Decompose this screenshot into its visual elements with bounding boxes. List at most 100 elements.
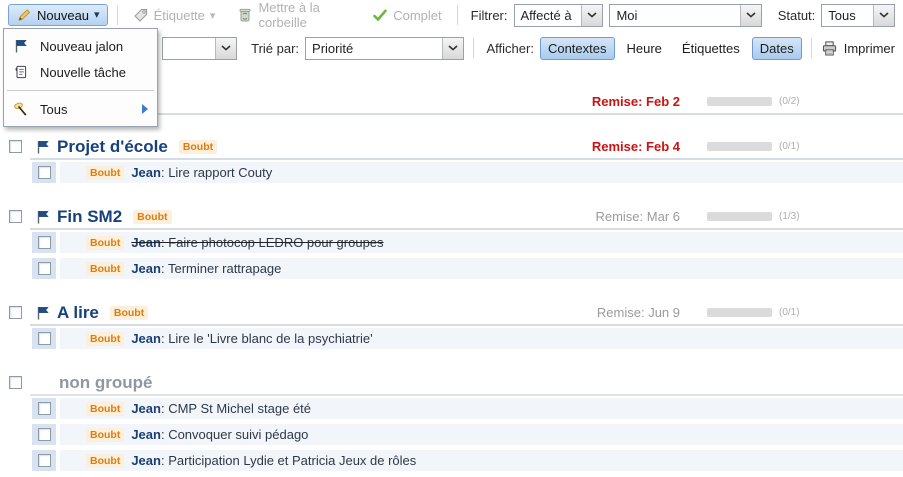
toggle-contexts[interactable]: Contextes bbox=[540, 37, 615, 60]
chevron-down-icon bbox=[873, 5, 894, 26]
flag-icon bbox=[35, 139, 51, 155]
task-row: Boubt Jean: Participation Lydie et Patri… bbox=[32, 450, 903, 471]
milestone-checkbox[interactable] bbox=[9, 210, 22, 223]
wand-icon bbox=[13, 101, 29, 117]
main-toolbar: Nouveau ▾ Étiquette ▾ Mettre à la corbei… bbox=[0, 0, 903, 30]
context-tag[interactable]: Boubt bbox=[86, 166, 124, 180]
milestone-header: A lire Boubt Remise: Jun 9 (0/1) bbox=[0, 301, 903, 324]
task-checkbox-cell bbox=[32, 328, 56, 349]
milestone-meta: Remise: Mar 6 (1/3) bbox=[548, 209, 903, 224]
milestone-header: Fin SM2 Boubt Remise: Mar 6 (1/3) bbox=[0, 205, 903, 228]
complete-button[interactable]: Complet bbox=[366, 5, 447, 25]
chevron-down-icon bbox=[581, 5, 602, 26]
milestone-meta: Remise: Feb 4 (0/1) bbox=[548, 139, 903, 154]
context-tag[interactable]: Boubt bbox=[86, 262, 124, 276]
new-dropdown-menu: Nouveau jalon Nouvelle tâche Tous bbox=[3, 28, 158, 127]
milestone-title[interactable]: Projet d'école bbox=[57, 137, 168, 157]
filter-field-value: Affecté à bbox=[515, 5, 582, 26]
milestone-group: Projet d'école Boubt Remise: Feb 4 (0/1)… bbox=[0, 135, 903, 183]
context-tag[interactable]: Boubt bbox=[86, 236, 124, 250]
flag-icon bbox=[13, 38, 29, 54]
due-date: Remise: Feb 2 bbox=[548, 94, 680, 109]
toggle-time[interactable]: Heure bbox=[619, 37, 670, 60]
milestone-checkbox[interactable] bbox=[9, 306, 22, 319]
task-checkbox[interactable] bbox=[38, 166, 51, 179]
progress-bar bbox=[707, 308, 772, 317]
progress-count: (0/1) bbox=[779, 141, 821, 152]
ungrouped-header: non groupé bbox=[0, 371, 903, 394]
task-checkbox[interactable] bbox=[38, 236, 51, 249]
print-button[interactable]: Imprimer bbox=[821, 40, 895, 57]
toolbar-separator bbox=[457, 5, 458, 25]
milestone-checkbox[interactable] bbox=[9, 376, 22, 389]
sort-value: Priorité bbox=[306, 38, 441, 59]
submenu-arrow-icon bbox=[142, 104, 148, 114]
task-row: Boubt Jean: Lire rapport Couty bbox=[32, 162, 903, 183]
context-tag[interactable]: Boubt bbox=[86, 428, 124, 442]
task-text: Jean: Participation Lydie et Patricia Je… bbox=[131, 453, 416, 468]
new-button[interactable]: Nouveau ▾ bbox=[8, 4, 108, 26]
task-checkbox-cell bbox=[32, 398, 56, 419]
progress-bar bbox=[707, 97, 772, 106]
task-checkbox[interactable] bbox=[38, 332, 51, 345]
trash-button-label: Mettre à la corbeille bbox=[258, 0, 352, 30]
flag-icon bbox=[35, 305, 51, 321]
task-text: Jean: Convoquer suivi pédago bbox=[131, 427, 308, 442]
chevron-down-icon bbox=[442, 38, 463, 59]
task-text: Jean: Lire rapport Couty bbox=[131, 165, 272, 180]
context-tag[interactable]: Boubt bbox=[86, 332, 124, 346]
context-tag[interactable]: Boubt bbox=[133, 210, 171, 224]
task-checkbox[interactable] bbox=[38, 454, 51, 467]
group-filter-value bbox=[163, 38, 215, 59]
context-tag[interactable]: Boubt bbox=[86, 454, 124, 468]
progress-count: (1/3) bbox=[779, 211, 821, 222]
notepad-icon bbox=[13, 64, 29, 80]
context-tag[interactable]: Boubt bbox=[86, 402, 124, 416]
label-button[interactable]: Étiquette ▾ bbox=[127, 5, 222, 25]
task-row: Boubt Jean: Lire le 'Livre blanc de la p… bbox=[32, 328, 903, 349]
filter-field-select[interactable]: Affecté à bbox=[514, 4, 604, 27]
task-body: Boubt Jean: Convoquer suivi pédago bbox=[60, 424, 903, 445]
filter-person-select[interactable]: Moi bbox=[609, 4, 761, 27]
group-filter-select[interactable] bbox=[162, 37, 237, 60]
task-row: Boubt Jean: Faire photocop LEDRO pour gr… bbox=[32, 232, 903, 253]
task-checkbox[interactable] bbox=[38, 428, 51, 441]
print-button-label: Imprimer bbox=[844, 41, 895, 56]
milestone-header: Projet d'école Boubt Remise: Feb 4 (0/1) bbox=[0, 135, 903, 158]
toggle-dates[interactable]: Dates bbox=[752, 37, 802, 60]
task-checkbox-cell bbox=[32, 258, 56, 279]
chevron-down-icon bbox=[740, 5, 761, 26]
status-label: Statut: bbox=[778, 8, 816, 23]
ungrouped-group: non groupé Boubt Jean: CMP St Michel sta… bbox=[0, 371, 903, 471]
menu-item-new-task[interactable]: Nouvelle tâche bbox=[4, 59, 157, 85]
filter-person-value: Moi bbox=[610, 5, 739, 26]
progress-bar bbox=[707, 142, 772, 151]
trash-icon bbox=[237, 7, 253, 23]
context-tag[interactable]: Boubt bbox=[179, 140, 217, 154]
milestone-checkbox[interactable] bbox=[9, 140, 22, 153]
task-body: Boubt Jean: Terminer rattrapage bbox=[60, 258, 903, 279]
new-button-label: Nouveau bbox=[37, 8, 89, 23]
milestone-title[interactable]: Fin SM2 bbox=[57, 207, 122, 227]
task-checkbox[interactable] bbox=[38, 262, 51, 275]
trash-button[interactable]: Mettre à la corbeille bbox=[231, 0, 358, 32]
task-body: Boubt Jean: Lire le 'Livre blanc de la p… bbox=[60, 328, 903, 349]
menu-separator bbox=[7, 90, 154, 91]
milestone-title[interactable]: A lire bbox=[57, 303, 99, 323]
filter-label: Filtrer: bbox=[471, 8, 508, 23]
complete-button-label: Complet bbox=[393, 8, 441, 23]
ungrouped-title: non groupé bbox=[59, 373, 152, 393]
task-checkbox[interactable] bbox=[38, 402, 51, 415]
milestone-meta: Remise: Jun 9 (0/1) bbox=[548, 305, 903, 320]
context-tag[interactable]: Boubt bbox=[110, 306, 148, 320]
sort-select[interactable]: Priorité bbox=[305, 37, 463, 60]
toggle-labels[interactable]: Étiquettes bbox=[674, 37, 748, 60]
milestone-group: A lire Boubt Remise: Jun 9 (0/1) Boubt J… bbox=[0, 301, 903, 349]
menu-item-new-milestone[interactable]: Nouveau jalon bbox=[4, 33, 157, 59]
task-checkbox-cell bbox=[32, 450, 56, 471]
menu-item-all[interactable]: Tous bbox=[4, 96, 157, 122]
status-select[interactable]: Tous bbox=[821, 4, 895, 27]
task-body: Boubt Jean: Faire photocop LEDRO pour gr… bbox=[60, 232, 903, 253]
chevron-down-icon bbox=[215, 38, 236, 59]
milestone-group: Fin SM2 Boubt Remise: Mar 6 (1/3) Boubt … bbox=[0, 205, 903, 279]
